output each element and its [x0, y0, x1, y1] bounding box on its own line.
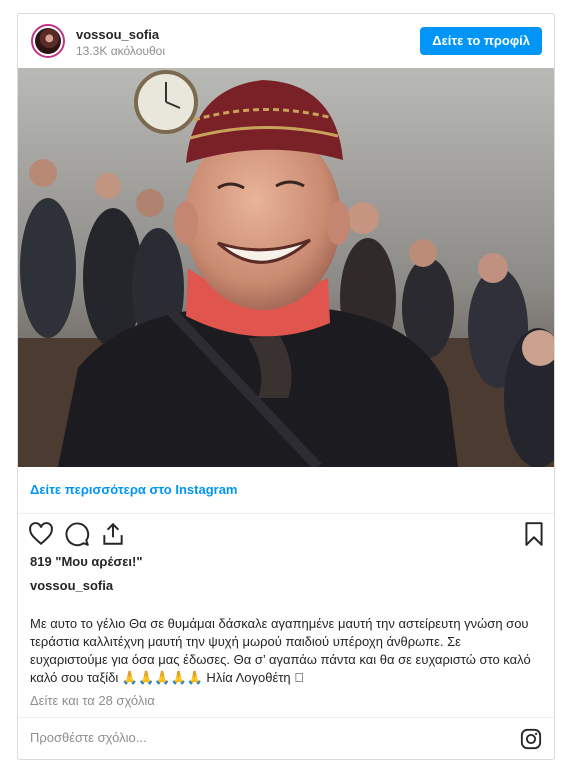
comment-icon[interactable]: [64, 521, 90, 547]
username[interactable]: vossou_sofia: [76, 27, 159, 42]
post-author[interactable]: vossou_sofia: [30, 578, 113, 593]
see-more-instagram-link[interactable]: Δείτε περισσότερα στο Instagram: [30, 482, 238, 497]
instagram-logo-icon[interactable]: [520, 728, 542, 750]
comment-bar: [18, 717, 554, 761]
avatar-image: [35, 28, 61, 54]
view-profile-button[interactable]: Δείτε το προφίλ: [420, 27, 542, 55]
comment-input[interactable]: [30, 730, 470, 745]
photo-image: [18, 68, 554, 467]
avatar[interactable]: [31, 24, 65, 58]
see-more-section: Δείτε περισσότερα στο Instagram: [18, 467, 554, 514]
instagram-embed-card: vossou_sofia 13.3K ακόλουθοι Δείτε το πρ…: [17, 13, 555, 760]
share-icon[interactable]: [100, 521, 126, 547]
bookmark-icon[interactable]: [521, 521, 547, 547]
post-photo[interactable]: [18, 68, 554, 467]
view-comments-link[interactable]: Δείτε και τα 28 σχόλια: [30, 693, 155, 708]
post-caption: Με αυτο το γέλιο Θα σε θυμάμαι δάσκαλε α…: [30, 616, 531, 685]
followers-count: 13.3K ακόλουθοι: [76, 44, 165, 58]
action-bar: [18, 517, 554, 551]
heart-icon[interactable]: [28, 521, 54, 547]
post-header: vossou_sofia 13.3K ακόλουθοι Δείτε το πρ…: [18, 14, 554, 68]
likes-count[interactable]: 819 "Μου αρέσει!": [30, 554, 142, 569]
